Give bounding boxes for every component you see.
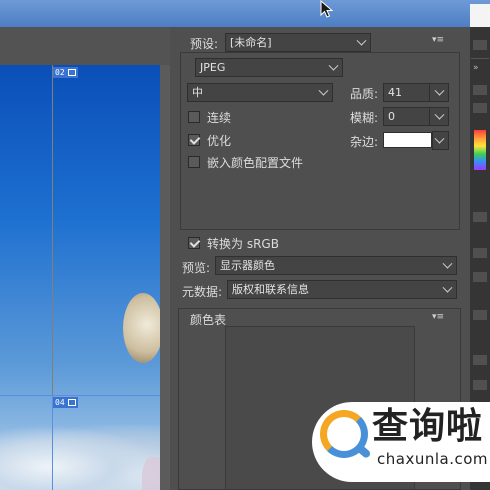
embed-profile-label: 嵌入颜色配置文件	[207, 156, 304, 170]
optimized-checkbox[interactable]	[188, 134, 200, 146]
toolbar-button[interactable]	[473, 40, 487, 50]
window-title-bar	[0, 0, 490, 27]
quality-level-select[interactable]: 中	[187, 83, 333, 102]
chevron-down-icon	[442, 258, 453, 269]
convert-srgb-checkbox[interactable]	[188, 237, 200, 249]
optimized-label: 优化	[207, 134, 232, 148]
chevron-down-icon[interactable]	[434, 85, 445, 96]
slice-image-icon	[67, 69, 76, 76]
preview-value: 显示器颜色	[220, 259, 275, 272]
blur-value: 0	[388, 110, 395, 123]
matte-label: 杂边:	[350, 135, 379, 149]
toolbar-button[interactable]	[473, 212, 487, 222]
field-divider	[429, 108, 430, 125]
toolbar-button[interactable]	[473, 85, 487, 95]
toolbar-button[interactable]	[473, 310, 487, 320]
chevron-down-icon	[318, 85, 329, 96]
metadata-value: 版权和联系信息	[232, 283, 309, 296]
slice-line-vertical-lower	[52, 395, 53, 490]
preview-label: 预览:	[182, 261, 211, 275]
chevron-down-icon[interactable]	[434, 109, 445, 120]
chevron-down-icon	[442, 282, 453, 293]
quality-field[interactable]: 41	[383, 83, 449, 102]
collapse-icon[interactable]: »	[473, 63, 487, 73]
toolbar-button[interactable]	[473, 103, 487, 113]
format-value: JPEG	[200, 61, 226, 74]
matte-color-swatch[interactable]	[383, 132, 432, 148]
image-preview-area[interactable]: 02 04	[0, 27, 170, 490]
metadata-select[interactable]: 版权和联系信息	[227, 280, 457, 299]
convert-srgb-label: 转换为 sRGB	[207, 237, 279, 251]
quality-value: 41	[388, 86, 402, 99]
chevron-down-icon	[356, 35, 367, 46]
format-select[interactable]: JPEG	[195, 58, 343, 77]
preset-value: [未命名]	[230, 36, 272, 49]
watermark-url: chaxunla.com	[377, 450, 488, 468]
preview-image[interactable]	[0, 65, 166, 490]
blur-label: 模糊:	[350, 111, 379, 125]
preview-select[interactable]: 显示器颜色	[215, 256, 457, 275]
panel-menu-icon[interactable]: ▾≡	[432, 36, 446, 45]
chevron-down-icon	[434, 133, 445, 144]
shell-object	[123, 293, 163, 363]
preview-divider	[160, 65, 170, 490]
color-table-label: 颜色表	[190, 313, 227, 327]
toolbar-button[interactable]	[473, 380, 487, 390]
slice-number: 04	[55, 398, 65, 407]
slice-label-04[interactable]: 04	[53, 397, 78, 408]
toolbar-button[interactable]	[473, 248, 487, 258]
panel-menu-icon[interactable]: ▾≡	[432, 313, 446, 322]
slice-line-horizontal	[0, 395, 162, 396]
quality-label: 品质:	[350, 87, 379, 101]
quality-level-value: 中	[192, 86, 203, 99]
cloud-region	[0, 425, 162, 490]
mouse-cursor-icon	[320, 0, 334, 18]
slice-image-icon	[67, 399, 76, 406]
field-divider	[429, 84, 430, 101]
slice-label-02[interactable]: 02	[53, 67, 78, 78]
preview-header	[0, 27, 170, 65]
progressive-label: 连续	[207, 111, 232, 125]
metadata-label: 元数据:	[182, 285, 223, 299]
matte-dropdown[interactable]	[432, 131, 449, 150]
preset-select[interactable]: [未命名]	[225, 33, 371, 52]
color-spectrum[interactable]	[474, 130, 486, 170]
watermark-brand: 查询啦	[372, 405, 484, 447]
chevron-down-icon	[328, 60, 339, 71]
slice-number: 02	[55, 68, 65, 77]
title-bar-edge	[470, 4, 490, 27]
toolbar-button[interactable]	[473, 355, 487, 365]
preset-label: 预设:	[190, 37, 219, 51]
blur-field[interactable]: 0	[383, 107, 449, 126]
toolbar-separator	[471, 58, 489, 59]
toolbar-button[interactable]	[473, 272, 487, 282]
progressive-checkbox[interactable]	[188, 111, 200, 123]
embed-profile-checkbox[interactable]	[188, 156, 200, 168]
